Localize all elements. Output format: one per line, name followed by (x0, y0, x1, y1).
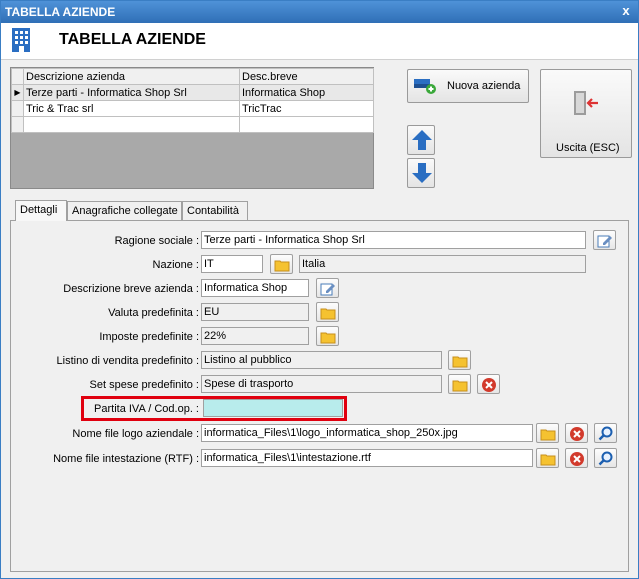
listino-label: Listino di vendita predefinito : (56, 355, 199, 367)
folder-icon (452, 380, 468, 392)
logo-field[interactable]: informatica_Files\1\logo_informatica_sho… (201, 424, 533, 442)
edit-ragione-button[interactable] (593, 230, 616, 250)
page-title: TABELLA AZIENDE (59, 31, 206, 48)
descrizione-breve-field[interactable]: Informatica Shop (201, 279, 309, 297)
rtf-preview-button[interactable] (594, 448, 617, 468)
rtf-label: Nome file intestazione (RTF) : (53, 453, 199, 465)
table-cell[interactable]: Informatica Shop (239, 84, 374, 101)
column-header-descrizione[interactable]: Descrizione azienda (23, 68, 240, 85)
ragione-sociale-field[interactable]: Terze parti - Informatica Shop Srl (201, 231, 586, 249)
folder-icon (274, 260, 290, 272)
window-titlebar: TABELLA AZIENDE x (1, 1, 638, 23)
magnifier-icon (598, 426, 613, 441)
folder-icon (540, 454, 556, 466)
arrow-down-icon (412, 163, 432, 183)
folder-icon (540, 429, 556, 441)
page-header: TABELLA AZIENDE (1, 23, 638, 60)
delete-icon (570, 427, 584, 441)
aziende-grid[interactable]: Descrizione azienda Desc.breve ▶ Terze p… (10, 67, 374, 189)
uscita-button[interactable]: Uscita (ESC) (540, 69, 632, 158)
table-cell[interactable] (239, 116, 374, 133)
listino-lookup-button[interactable] (448, 350, 471, 370)
close-icon[interactable]: x (618, 4, 634, 18)
uscita-label: Uscita (ESC) (556, 142, 620, 154)
imposte-label: Imposte predefinite : (99, 331, 199, 343)
tab-dettagli[interactable]: Dettagli (15, 200, 67, 221)
new-row[interactable] (11, 116, 374, 133)
table-row[interactable]: ▶ Terze parti - Informatica Shop Srl Inf… (11, 84, 374, 101)
delete-icon (570, 452, 584, 466)
logo-label: Nome file logo aziendale : (72, 428, 199, 440)
rtf-field[interactable]: informatica_Files\1\intestazione.rtf (201, 449, 533, 467)
folder-icon (452, 356, 468, 368)
logo-clear-button[interactable] (565, 423, 588, 443)
row-indicator-cell (11, 68, 24, 85)
nazione-name-field: Italia (299, 255, 586, 273)
table-cell[interactable]: Tric & Trac srl (23, 100, 240, 117)
column-header-desc-breve[interactable]: Desc.breve (239, 68, 374, 85)
add-company-icon (414, 79, 436, 94)
imposte-field[interactable]: 22% (201, 327, 309, 345)
rtf-clear-button[interactable] (565, 448, 588, 468)
rtf-browse-button[interactable] (536, 448, 559, 468)
exit-door-icon (574, 91, 598, 115)
logo-preview-button[interactable] (594, 423, 617, 443)
tab-contabilita[interactable]: Contabilità (182, 201, 248, 220)
grid-header-row: Descrizione azienda Desc.breve (11, 68, 374, 85)
magnifier-icon (598, 451, 613, 466)
set-spese-lookup-button[interactable] (448, 374, 471, 394)
nazione-code-field[interactable]: IT (201, 255, 263, 273)
move-down-button[interactable] (407, 158, 435, 188)
current-row-icon: ▶ (11, 84, 24, 101)
move-up-button[interactable] (407, 125, 435, 155)
imposte-lookup-button[interactable] (316, 326, 339, 346)
nazione-label: Nazione : (152, 259, 199, 271)
ragione-sociale-label: Ragione sociale : (114, 235, 199, 247)
set-spese-label: Set spese predefinito : (89, 379, 199, 391)
valuta-field[interactable]: EU (201, 303, 309, 321)
logo-browse-button[interactable] (536, 423, 559, 443)
nuova-azienda-button[interactable]: Nuova azienda (407, 69, 529, 103)
nuova-azienda-label: Nuova azienda (447, 80, 521, 92)
valuta-label: Valuta predefinita : (108, 307, 199, 319)
building-icon (12, 28, 30, 52)
descrizione-breve-label: Descrizione breve azienda : (63, 283, 199, 295)
valuta-lookup-button[interactable] (316, 302, 339, 322)
edit-icon (597, 235, 612, 248)
row-indicator-cell (11, 100, 24, 117)
listino-field[interactable]: Listino al pubblico (201, 351, 442, 369)
row-indicator-cell (11, 116, 24, 133)
nazione-lookup-button[interactable] (270, 254, 293, 274)
folder-icon (320, 308, 336, 320)
folder-icon (320, 332, 336, 344)
clear-spese-button[interactable] (477, 374, 500, 394)
table-row[interactable]: Tric & Trac srl TricTrac (11, 100, 374, 117)
table-cell[interactable] (23, 116, 240, 133)
arrow-up-icon (412, 130, 432, 150)
delete-icon (482, 378, 496, 392)
table-cell[interactable]: Terze parti - Informatica Shop Srl (23, 84, 240, 101)
highlight-box (81, 396, 347, 421)
main-window: TABELLA AZIENDE x TABELLA AZIENDE Descri… (0, 0, 639, 579)
edit-icon (320, 283, 335, 296)
edit-desc-breve-button[interactable] (316, 278, 339, 298)
table-cell[interactable]: TricTrac (239, 100, 374, 117)
window-title: TABELLA AZIENDE (5, 5, 116, 19)
tab-anagrafiche-collegate[interactable]: Anagrafiche collegate (67, 201, 182, 220)
set-spese-field[interactable]: Spese di trasporto (201, 375, 442, 393)
